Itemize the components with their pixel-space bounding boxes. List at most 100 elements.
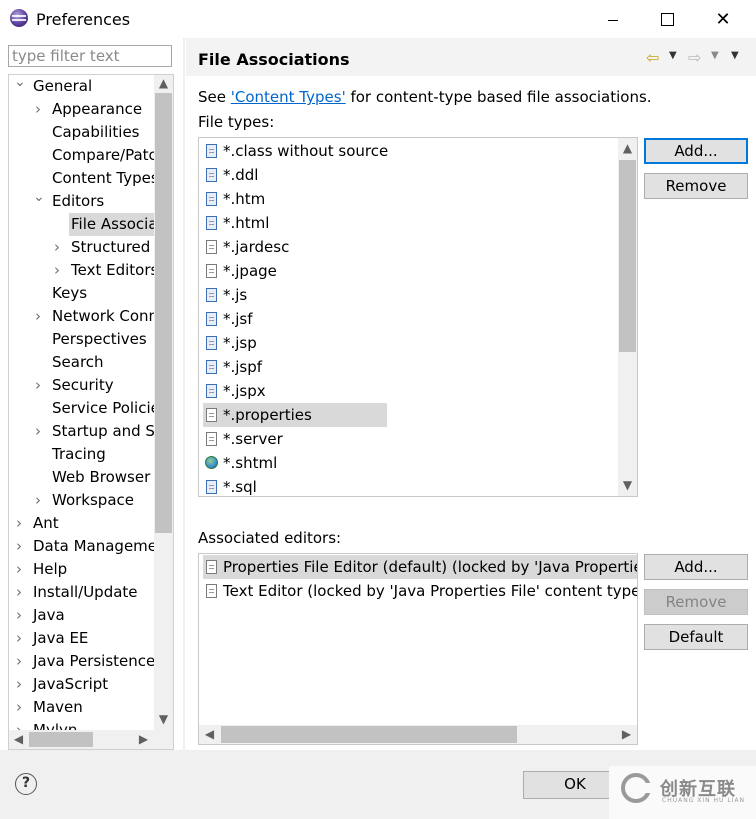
file-type-row[interactable]: *.shtml (203, 451, 285, 475)
tree-item[interactable]: Structured Text Editors (69, 236, 154, 259)
chevron-right-icon[interactable]: › (14, 673, 24, 696)
tree-item[interactable]: Network Connections (50, 305, 154, 328)
file-type-row[interactable]: *.properties (203, 403, 387, 427)
tree-item[interactable]: Service Policies (50, 397, 154, 420)
jpage-file-icon (206, 264, 217, 278)
scroll-down-icon[interactable]: ▼ (619, 477, 636, 494)
chevron-right-icon[interactable]: › (33, 489, 43, 512)
scroll-up-icon[interactable]: ▲ (155, 75, 172, 92)
editors-horizontal-scrollbar[interactable]: ◀ ▶ (199, 725, 637, 744)
editor-row[interactable]: Properties File Editor (default) (locked… (203, 555, 637, 579)
chevron-right-icon[interactable]: › (14, 512, 24, 535)
tree-item[interactable]: Text Editors (69, 259, 154, 282)
chevron-right-icon[interactable]: › (14, 558, 24, 581)
close-button[interactable]: ✕ (700, 0, 746, 38)
file-types-scroll-thumb[interactable] (619, 160, 636, 352)
tree-item[interactable]: Perspectives (50, 328, 151, 351)
tree-item[interactable]: Startup and Shutdown (50, 420, 154, 443)
file-type-row[interactable]: *.sql (203, 475, 265, 496)
add-file-type-button[interactable]: Add... (644, 138, 748, 164)
tree-item[interactable]: Capabilities (50, 121, 144, 144)
help-button[interactable]: ? (15, 773, 37, 795)
scroll-right-icon[interactable]: ▶ (135, 731, 152, 748)
editors-scroll-thumb[interactable] (221, 726, 517, 743)
chevron-down-icon[interactable]: ⌄ (14, 75, 26, 98)
forward-arrow-icon[interactable]: ⇨ (688, 48, 701, 67)
file-type-row[interactable]: *.jspf (203, 355, 270, 379)
forward-dropdown-icon[interactable]: ▼ (711, 50, 719, 61)
file-types-vertical-scrollbar[interactable]: ▲ ▼ (618, 138, 637, 496)
tree-horizontal-scrollbar[interactable]: ◀ ▶ (9, 730, 173, 749)
tree-item[interactable]: Keys (50, 282, 91, 305)
chevron-right-icon[interactable]: › (33, 305, 43, 328)
file-type-row[interactable]: *.jspx (203, 379, 274, 403)
tree-item[interactable]: Ant (31, 512, 63, 535)
file-type-row[interactable]: *.jsf (203, 307, 261, 331)
remove-file-type-button[interactable]: Remove (644, 173, 748, 199)
file-type-row[interactable]: *.jsp (203, 331, 265, 355)
file-type-row[interactable]: *.htm (203, 187, 273, 211)
chevron-right-icon[interactable]: › (33, 374, 43, 397)
tree-item[interactable]: Help (31, 558, 71, 581)
scroll-right-icon[interactable]: ▶ (618, 726, 635, 743)
tree-item[interactable]: Search (50, 351, 108, 374)
minimize-button[interactable] (590, 0, 636, 38)
jsp-file-icon (206, 336, 217, 350)
chevron-right-icon[interactable]: › (33, 420, 43, 443)
tree-item[interactable]: Content Types (50, 167, 154, 190)
remove-editor-button[interactable]: Remove (644, 589, 748, 615)
chevron-right-icon[interactable]: › (14, 696, 24, 719)
file-type-row[interactable]: *.ddl (203, 163, 266, 187)
tree-horizontal-scroll-thumb[interactable] (29, 732, 93, 747)
chevron-right-icon[interactable]: › (52, 236, 62, 259)
tree-item[interactable]: Appearance (50, 98, 146, 121)
filter-input[interactable] (8, 45, 172, 67)
chevron-right-icon[interactable]: › (14, 535, 24, 558)
tree-item[interactable]: General (31, 75, 96, 98)
file-type-row[interactable]: *.jardesc (203, 235, 297, 259)
description-suffix: for content-type based file associations… (345, 88, 652, 106)
tree-item[interactable]: Java EE (31, 627, 92, 650)
tree-vertical-scroll-thumb[interactable] (155, 93, 172, 533)
back-arrow-icon[interactable]: ⇦ (646, 48, 659, 67)
tree-item[interactable]: Java Persistence (31, 650, 154, 673)
tree-item[interactable]: Compare/Patch (50, 144, 154, 167)
tree-item[interactable]: Editors (50, 190, 108, 213)
content-types-link[interactable]: 'Content Types' (231, 88, 346, 106)
tree-item[interactable]: Security (50, 374, 118, 397)
maximize-button[interactable] (644, 0, 690, 38)
file-type-row[interactable]: *.html (203, 211, 277, 235)
view-menu-icon[interactable]: ▼ (731, 50, 739, 61)
scroll-left-icon[interactable]: ◀ (201, 726, 218, 743)
scroll-up-icon[interactable]: ▲ (619, 140, 636, 157)
chevron-right-icon[interactable]: › (14, 627, 24, 650)
tree-item[interactable]: Install/Update (31, 581, 142, 604)
tree-item[interactable]: JavaScript (31, 673, 112, 696)
tree-item[interactable]: Data Management (31, 535, 154, 558)
file-type-row[interactable]: *.js (203, 283, 255, 307)
scroll-down-icon[interactable]: ▼ (155, 711, 172, 728)
default-editor-button[interactable]: Default (644, 624, 748, 650)
chevron-right-icon[interactable]: › (14, 581, 24, 604)
file-type-row[interactable]: *.class without source (203, 139, 396, 163)
chevron-right-icon[interactable]: › (14, 604, 24, 627)
chevron-right-icon[interactable]: › (33, 98, 43, 121)
tree-vertical-scrollbar[interactable]: ▲ ▼ (154, 75, 173, 731)
file-type-row[interactable]: *.jpage (203, 259, 285, 283)
tree-item[interactable]: Java (31, 604, 69, 627)
editor-row[interactable]: Text Editor (locked by 'Java Properties … (203, 579, 637, 603)
tree-item[interactable]: Web Browser (50, 466, 154, 489)
tree-item[interactable]: Maven (31, 696, 87, 719)
add-editor-button[interactable]: Add... (644, 554, 748, 580)
tree-item[interactable]: Workspace (50, 489, 138, 512)
back-dropdown-icon[interactable]: ▼ (669, 50, 677, 61)
tree-item[interactable]: Tracing (50, 443, 110, 466)
sash-divider[interactable] (183, 38, 185, 750)
chevron-right-icon[interactable]: › (14, 650, 24, 673)
scroll-left-icon[interactable]: ◀ (10, 731, 27, 748)
chevron-down-icon[interactable]: ⌄ (33, 190, 45, 213)
html-file-icon (206, 192, 217, 206)
tree-item[interactable]: File Associations (69, 213, 154, 236)
file-type-row[interactable]: *.server (203, 427, 291, 451)
chevron-right-icon[interactable]: › (52, 259, 62, 282)
